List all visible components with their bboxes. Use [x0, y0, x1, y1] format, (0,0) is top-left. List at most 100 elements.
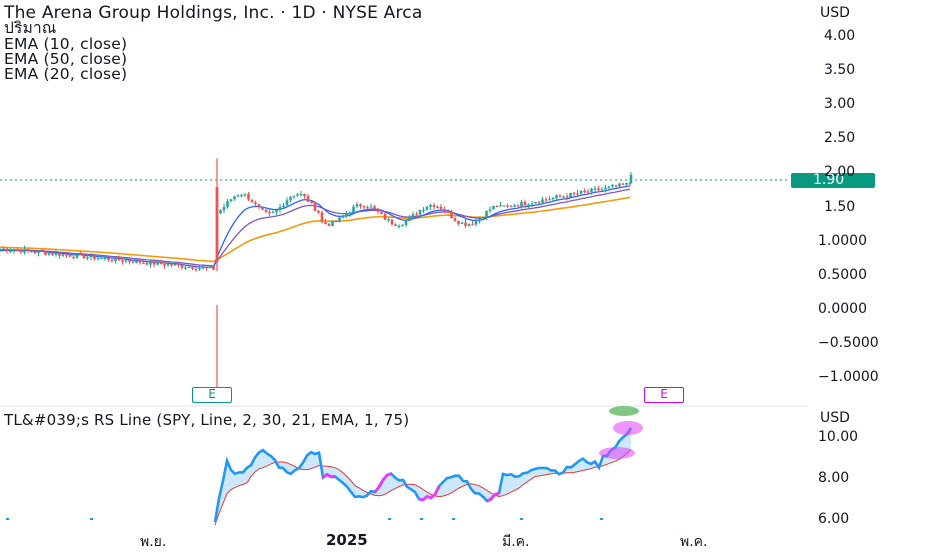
candle-body — [257, 204, 261, 208]
candle-body — [576, 193, 579, 195]
candle-body — [408, 217, 411, 221]
candle-body — [600, 189, 604, 191]
rs-baseline-dot — [600, 518, 603, 520]
candle-body — [128, 260, 131, 262]
candle-body — [149, 260, 152, 265]
rs-baseline-dot — [388, 518, 391, 520]
candle-body — [47, 253, 51, 255]
candle-body — [208, 266, 212, 268]
candle-body — [156, 261, 159, 265]
candle-body — [82, 253, 86, 259]
candle-body — [569, 192, 572, 198]
candle-body — [282, 205, 285, 207]
candle-body — [170, 264, 173, 266]
candle-body — [621, 183, 625, 185]
candle-body — [485, 210, 488, 218]
candle-body — [548, 199, 551, 201]
candle-body — [390, 219, 394, 225]
ema-20-label: EMA (20, close) — [4, 65, 128, 83]
price-pane-layer — [0, 158, 790, 388]
candle-body — [124, 260, 128, 262]
candle-body — [229, 199, 233, 202]
candle-body — [103, 257, 107, 259]
candle-body — [96, 258, 100, 260]
candle-body — [457, 220, 460, 224]
candle-body — [446, 211, 450, 213]
candle-body — [299, 194, 303, 196]
rs-highlight-green — [609, 406, 639, 416]
candle-body — [401, 225, 404, 227]
candle-body — [215, 187, 219, 263]
candle-body — [530, 203, 534, 205]
candle-body — [2, 248, 5, 250]
candle-body — [317, 210, 320, 213]
candle-body — [450, 211, 453, 219]
candle-body — [611, 185, 614, 187]
candle-body — [432, 204, 436, 208]
price-tick-label: 2.50 — [824, 130, 856, 147]
candle-body — [376, 208, 380, 212]
candle-body — [240, 195, 243, 197]
candle-body — [58, 253, 61, 256]
candle-body — [625, 183, 628, 185]
candle-body — [163, 264, 166, 266]
candle-body — [79, 253, 82, 256]
candle-body — [5, 248, 9, 252]
candle-body — [355, 204, 359, 207]
candle-body — [26, 249, 30, 251]
candle-body — [516, 205, 520, 207]
candle-body — [54, 253, 58, 255]
candle-body — [68, 254, 72, 257]
candle-body — [285, 200, 289, 206]
candle-body — [488, 209, 492, 211]
candle-body — [40, 250, 44, 253]
candle-body — [327, 223, 331, 226]
candle-body — [334, 220, 338, 223]
candle-body — [191, 266, 194, 269]
candle-body — [236, 195, 240, 197]
candle-body — [310, 201, 313, 204]
candle-body — [474, 220, 478, 225]
candle-body — [467, 224, 471, 226]
candle-body — [89, 255, 93, 258]
candle-body — [180, 264, 184, 268]
candle-body — [604, 187, 607, 190]
candle-body — [23, 249, 26, 253]
candle-body — [107, 257, 110, 260]
candle-body — [478, 218, 481, 221]
candle-body — [268, 211, 271, 214]
candle-body — [579, 190, 583, 194]
candle-body — [436, 206, 439, 208]
candle-body — [523, 201, 527, 206]
candle-body — [593, 188, 597, 190]
candle-body — [93, 255, 96, 260]
candle-body — [51, 253, 54, 255]
earnings-marker-2[interactable]: E — [644, 387, 684, 403]
candle-body — [586, 191, 590, 193]
candle-body — [72, 256, 75, 258]
candle-body — [404, 220, 408, 226]
candle-body — [597, 188, 600, 191]
candle-body — [373, 206, 376, 209]
candle-body — [453, 218, 457, 221]
candle-body — [369, 206, 373, 208]
chart-canvas[interactable] — [0, 0, 932, 550]
candle-body — [33, 251, 37, 254]
price-tick-label: −1.0000 — [818, 369, 879, 386]
rs-baseline-dot — [6, 518, 9, 520]
candle-body — [166, 264, 170, 266]
candle-body — [544, 199, 548, 201]
rs-line — [213, 427, 633, 523]
candle-body — [184, 267, 187, 269]
candle-body — [555, 195, 558, 198]
earnings-marker-1[interactable]: E — [192, 387, 232, 403]
candle-body — [212, 266, 215, 270]
rs-tick-label: 6.00 — [818, 511, 850, 527]
candle-body — [499, 205, 502, 207]
candle-body — [135, 260, 138, 263]
candle-body — [37, 250, 40, 253]
candle-body — [551, 197, 555, 200]
candle-body — [9, 250, 12, 252]
candle-body — [590, 188, 593, 192]
candle-body — [303, 194, 306, 197]
